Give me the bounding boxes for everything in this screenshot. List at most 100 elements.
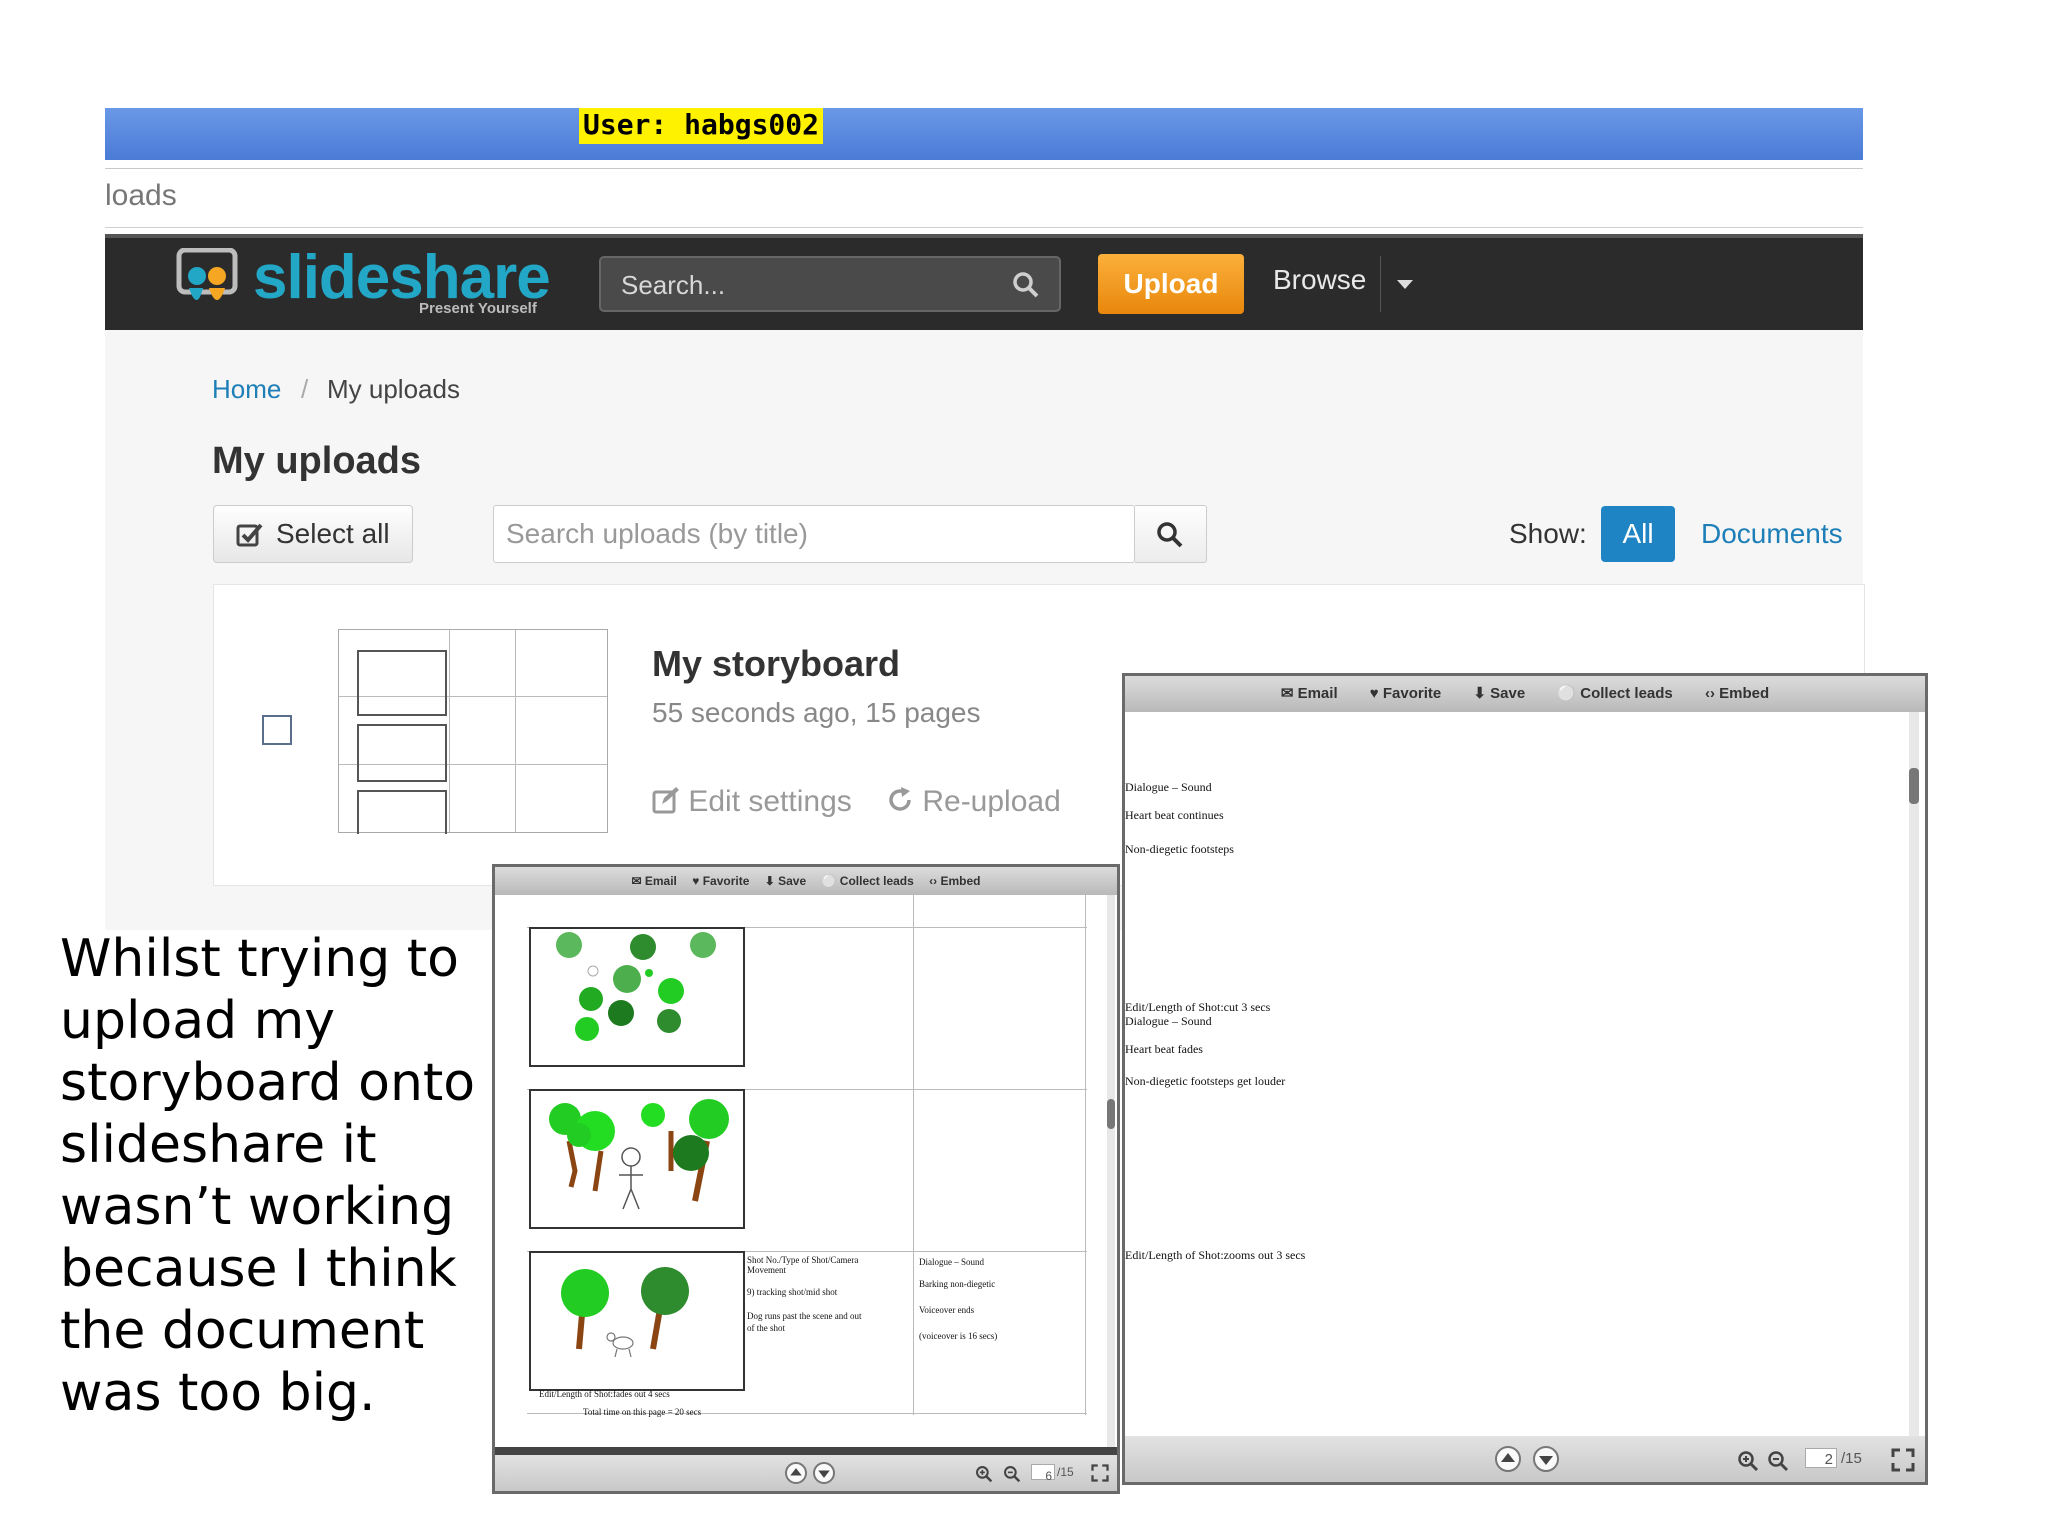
page-total: /15: [1057, 1465, 1074, 1479]
site-search-placeholder: Search...: [621, 270, 726, 300]
email-button[interactable]: ✉ Email: [631, 874, 676, 888]
filter-all-button[interactable]: All: [1601, 506, 1675, 562]
sound-text: Dialogue – Sound: [919, 1257, 984, 1267]
favorite-button[interactable]: ♥ Favorite: [692, 874, 749, 888]
fullscreen-icon[interactable]: [1891, 1448, 1915, 1472]
site-search-input[interactable]: Search...: [599, 256, 1061, 312]
favorite-label: Favorite: [1382, 685, 1442, 702]
search-icon[interactable]: [1011, 270, 1041, 300]
breadcrumb-separator: /: [301, 374, 309, 404]
reupload-link[interactable]: Re-upload: [886, 785, 1061, 819]
previous-page-button[interactable]: [785, 1462, 807, 1484]
sound-text: Barking non-diegetic: [919, 1279, 996, 1289]
item-title[interactable]: My storyboard: [652, 643, 900, 685]
sound-text: (voiceover is 16 secs): [919, 1331, 998, 1341]
page-current: 2: [1824, 1451, 1833, 1468]
page-number-input[interactable]: 2: [1805, 1448, 1837, 1468]
search-icon: [1157, 522, 1183, 548]
breadcrumb-home-link[interactable]: Home: [212, 374, 281, 405]
breadcrumb-current: My uploads: [327, 374, 460, 404]
zoom-out-icon[interactable]: [1767, 1450, 1789, 1472]
collect-leads-button[interactable]: ⚪ Collect leads: [822, 874, 914, 888]
sound-text: Voiceover ends: [919, 1305, 975, 1315]
storyboard-frame-trees-figure: [529, 1089, 745, 1229]
thumb-gridline: [449, 630, 450, 832]
viewer-controls: 2 /15: [1125, 1436, 1925, 1482]
collect-leads-label: Collect leads: [839, 874, 914, 888]
upload-button[interactable]: Upload: [1098, 254, 1244, 314]
shot-text: Movement: [747, 1265, 786, 1275]
user-bar: User: habgs002: [105, 108, 1863, 160]
embed-label: Embed: [940, 874, 981, 888]
viewer-progress-bar: [495, 1447, 1117, 1455]
embed-button[interactable]: ‹› Embed: [1705, 685, 1769, 702]
email-label: Email: [644, 874, 677, 888]
annotation-caption: Whilst trying to upload my storyboard on…: [60, 929, 476, 1423]
save-label: Save: [778, 874, 807, 888]
chevron-down-icon[interactable]: [1397, 280, 1413, 289]
select-all-label: Select all: [276, 518, 390, 549]
trees-figure-drawing-icon: [549, 1099, 729, 1210]
fullscreen-icon[interactable]: [1091, 1464, 1109, 1482]
slide-text: Dialogue – Sound: [1125, 780, 1212, 794]
zoom-in-icon[interactable]: [1737, 1450, 1759, 1472]
page-number-input[interactable]: 6: [1031, 1464, 1055, 1483]
storyboard-thumbnail[interactable]: [338, 629, 608, 834]
email-label: Email: [1297, 685, 1338, 702]
email-button[interactable]: ✉ Email: [1281, 685, 1338, 702]
previous-page-button[interactable]: [1495, 1446, 1521, 1472]
tab-title-partial[interactable]: loads: [105, 179, 177, 213]
checkbox-check-icon: [236, 523, 263, 547]
item-checkbox[interactable]: [262, 715, 292, 745]
edit-settings-link[interactable]: Edit settings: [652, 785, 852, 819]
select-all-button[interactable]: Select all: [213, 505, 413, 563]
shot-text: of the shot: [747, 1323, 785, 1333]
collect-leads-label: Collect leads: [1580, 685, 1673, 702]
browse-menu[interactable]: Browse: [1273, 264, 1366, 296]
shot-text: Shot No./Type of Shot/Camera: [747, 1255, 859, 1265]
thumb-frame: [357, 724, 447, 782]
storyboard-frame-trees-dog: [529, 1251, 745, 1391]
next-page-button[interactable]: [1533, 1446, 1559, 1472]
document-viewer-small: ✉ Email ♥ Favorite ⬇ Save ⚪ Collect lead…: [492, 864, 1120, 1494]
filter-documents-link[interactable]: Documents: [1701, 518, 1843, 550]
trees-dog-drawing-icon: [561, 1267, 689, 1358]
thumb-gridline: [515, 630, 516, 832]
save-button[interactable]: ⬇ Save: [1473, 685, 1525, 702]
next-page-button[interactable]: [813, 1462, 835, 1484]
shot-text: 9) tracking shot/mid shot: [747, 1287, 838, 1297]
uploads-search-button[interactable]: [1135, 505, 1207, 563]
brand-tagline: Present Yourself: [419, 300, 537, 317]
zoom-out-icon[interactable]: [1003, 1465, 1021, 1483]
edit-settings-label: Edit settings: [688, 785, 852, 818]
viewer-scrollbar[interactable]: [1909, 712, 1919, 1438]
scrollbar-thumb[interactable]: [1107, 1099, 1115, 1129]
save-button[interactable]: ⬇ Save: [765, 874, 806, 888]
favorite-button[interactable]: ♥ Favorite: [1370, 685, 1441, 702]
viewer-toolbar: ✉ Email ♥ Favorite ⬇ Save ⚪ Collect lead…: [1125, 676, 1925, 712]
scrollbar-thumb[interactable]: [1909, 768, 1919, 804]
storyboard-gridline: [1085, 895, 1086, 1415]
reupload-label: Re-upload: [922, 785, 1061, 818]
slideshare-logo-icon[interactable]: [175, 248, 239, 314]
page-total: /15: [1841, 1450, 1862, 1467]
document-viewer-large: ✉ Email ♥ Favorite ⬇ Save ⚪ Collect lead…: [1122, 673, 1928, 1485]
show-filter-label: Show:: [1509, 518, 1587, 549]
viewer-scrollbar[interactable]: [1107, 895, 1115, 1447]
page-title: My uploads: [212, 440, 422, 482]
embed-label: Embed: [1719, 685, 1770, 702]
embed-button[interactable]: ‹› Embed: [929, 874, 980, 888]
save-label: Save: [1490, 685, 1526, 702]
zoom-in-icon[interactable]: [975, 1465, 993, 1483]
browser-tab-strip: loads: [105, 168, 1863, 228]
browse-divider: [1380, 256, 1381, 312]
refresh-icon: [889, 787, 911, 811]
collect-leads-button[interactable]: ⚪ Collect leads: [1557, 685, 1672, 702]
shot-text: Dog runs past the scene and out: [747, 1311, 862, 1321]
arrow-up-icon: [790, 1468, 802, 1476]
site-header: slideshare Present Yourself Search... Up…: [105, 234, 1863, 330]
uploads-search-placeholder: Search uploads (by title): [506, 518, 808, 549]
slide-text: Non-diegetic footsteps get louder: [1125, 1074, 1286, 1088]
slide-text: Heart beat fades: [1125, 1042, 1203, 1056]
uploads-search-input[interactable]: Search uploads (by title): [493, 505, 1135, 563]
